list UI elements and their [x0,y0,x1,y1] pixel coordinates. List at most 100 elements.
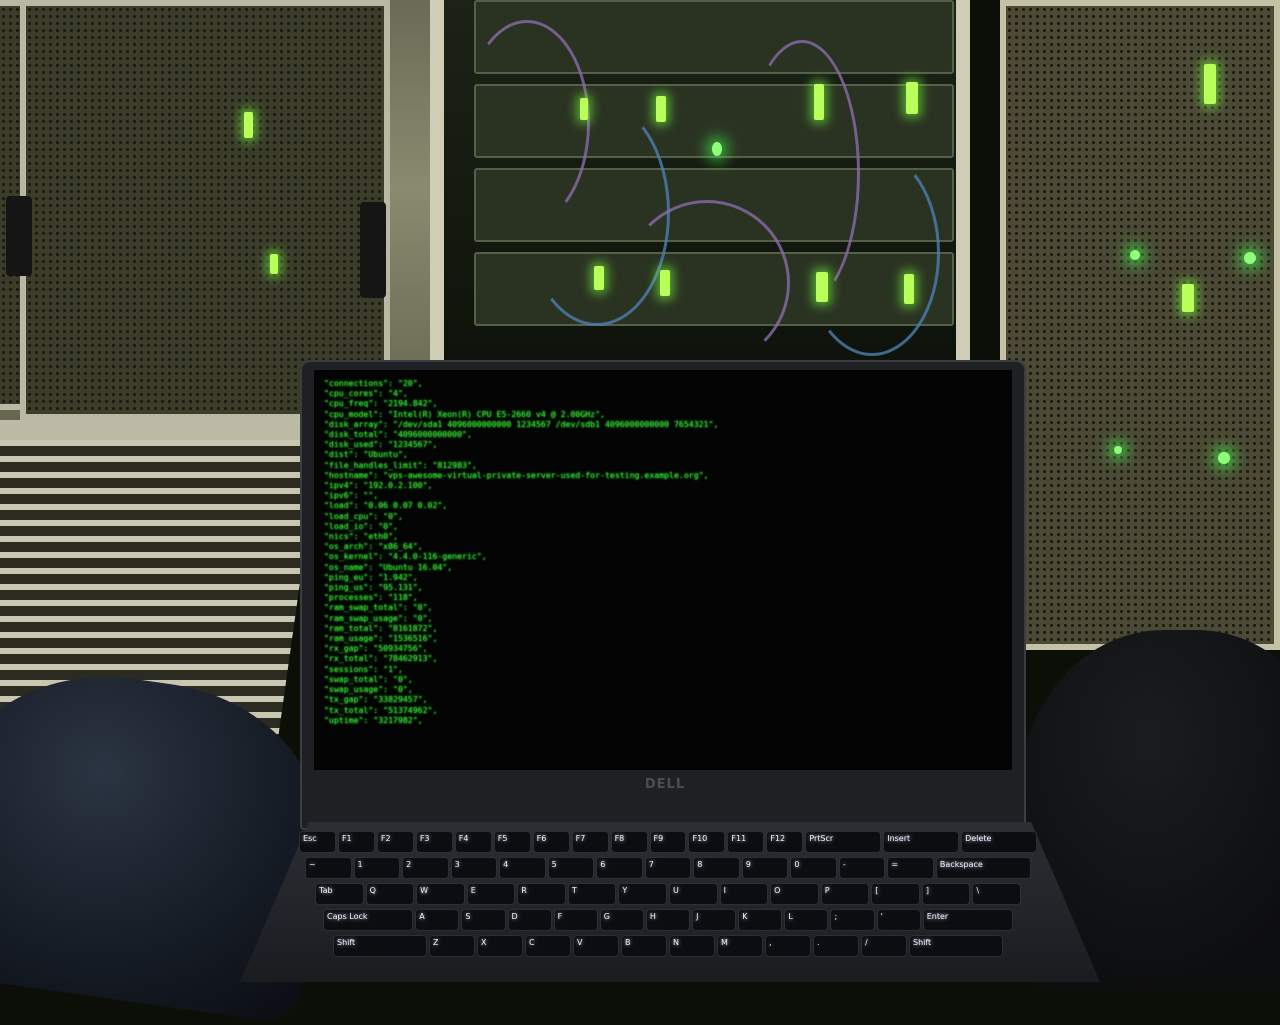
terminal-line: "ipv4": "192.0.2.100", [324,480,433,491]
key-[interactable]: - [839,858,885,878]
key-4[interactable]: 4 [500,858,545,878]
key-d[interactable]: D [508,910,551,930]
network-cable [624,200,790,360]
key-[interactable]: [ [872,884,919,904]
key-esc[interactable]: Esc [300,832,335,852]
terminal-line: "uptime": "3217982", [324,714,423,725]
key-8[interactable]: 8 [694,858,739,878]
key-f4[interactable]: F4 [455,832,491,852]
key-q[interactable]: Q [366,884,414,904]
terminal-line: "tx_gap": "33829457", [324,694,428,705]
key-[interactable]: = [888,858,933,878]
key-enter[interactable]: Enter [923,910,1012,930]
key-6[interactable]: 6 [597,858,642,878]
key-h[interactable]: H [646,910,690,930]
terminal-line: "ping_eu": "1.942", [324,571,418,582]
key-shift[interactable]: Shift [334,936,426,956]
key-1[interactable]: 1 [354,858,400,878]
key-n[interactable]: N [670,936,714,956]
key-f12[interactable]: F12 [767,832,803,852]
key-w[interactable]: W [417,884,464,904]
key-x[interactable]: X [478,936,522,956]
key-f8[interactable]: F8 [611,832,647,852]
key-z[interactable]: Z [430,936,474,956]
key-7[interactable]: 7 [645,858,691,878]
rack-door-right [1000,0,1280,650]
key-delete[interactable]: Delete [962,832,1036,852]
key-a[interactable]: A [416,910,459,930]
key-f2[interactable]: F2 [377,832,413,852]
key-f3[interactable]: F3 [416,832,452,852]
key-j[interactable]: J [693,910,736,930]
status-led [816,272,828,302]
key-l[interactable]: L [785,910,828,930]
key-[interactable]: ~ [306,858,351,878]
key-p[interactable]: P [821,884,869,904]
key-caps-lock[interactable]: Caps Lock [324,910,413,930]
key-i[interactable]: I [720,884,768,904]
key-[interactable]: ; [831,910,874,930]
key-[interactable]: ' [877,910,920,930]
key-f10[interactable]: F10 [689,832,725,852]
key-2[interactable]: 2 [403,858,448,878]
network-cable [804,150,940,356]
key-y[interactable]: Y [619,884,666,904]
key-3[interactable]: 3 [451,858,497,878]
status-led [1130,250,1140,260]
key-prtscr[interactable]: PrtScr [806,832,881,852]
terminal-line: "disk_total": "4096000000000", [324,429,472,440]
key-u[interactable]: U [670,884,717,904]
key-5[interactable]: 5 [548,858,594,878]
status-led [904,274,914,304]
key-9[interactable]: 9 [742,858,788,878]
key-s[interactable]: S [462,910,505,930]
status-led [656,96,666,122]
key-0[interactable]: 0 [791,858,836,878]
status-led [1218,452,1230,464]
photo-scene: "connections": "20", "cpu_cores": "4", "cp… [0,0,1280,1025]
key-o[interactable]: O [771,884,818,904]
key-[interactable]: / [862,936,906,956]
key-f[interactable]: F [554,910,597,930]
key-t[interactable]: T [568,884,616,904]
terminal-line: "ram_total": "8161872", [324,622,438,633]
key-tab[interactable]: Tab [316,884,363,904]
key-f9[interactable]: F9 [650,832,686,852]
backlit-keyboard: Esc F1 F2 F3 F4 F5 F6 F7 F8 F9 F10 F11 F12 PrtScr Inse… [300,832,1060,960]
terminal-line: "ram_swap_total": "0", [324,602,433,613]
key-backspace[interactable]: Backspace [936,858,1030,878]
key-[interactable]: ] [922,884,970,904]
terminal-line: "rx_gap": "50934756", [324,643,428,654]
terminal-line: "cpu_cores": "4", [324,388,408,399]
key-k[interactable]: K [739,910,782,930]
terminal-line: "load": "0.06 0.07 0.02", [324,500,448,511]
key-f7[interactable]: F7 [572,832,608,852]
key-r[interactable]: R [518,884,565,904]
brand-logo: DELL [644,777,686,792]
status-led [1244,252,1256,264]
key-v[interactable]: V [574,936,618,956]
key-insert[interactable]: Insert [884,832,959,852]
key-f1[interactable]: F1 [338,832,374,852]
key-[interactable]: \ [973,884,1020,904]
status-led [1204,64,1216,104]
key-e[interactable]: E [467,884,515,904]
key-f5[interactable]: F5 [494,832,530,852]
key-[interactable]: , [766,936,810,956]
key-f6[interactable]: F6 [533,832,569,852]
key-m[interactable]: M [718,936,762,956]
status-led [712,142,722,156]
key-b[interactable]: B [622,936,666,956]
key-[interactable]: . [814,936,858,956]
terminal-line: "cpu_freq": "2194.842", [324,398,438,409]
status-led [906,82,918,114]
door-handle [6,196,32,276]
terminal-line: "swap_total": "0", [324,673,413,684]
terminal-line: "connections": "20", [324,378,423,388]
terminal-line: "cpu_model": "Intel(R) Xeon(R) CPU E5-26… [324,408,605,419]
key-c[interactable]: C [526,936,570,956]
key-g[interactable]: G [600,910,643,930]
terminal-line: "disk_array": "/dev/sda1 4096000000000 1… [324,418,719,429]
key-shift[interactable]: Shift [910,936,1002,956]
key-f11[interactable]: F11 [728,832,764,852]
